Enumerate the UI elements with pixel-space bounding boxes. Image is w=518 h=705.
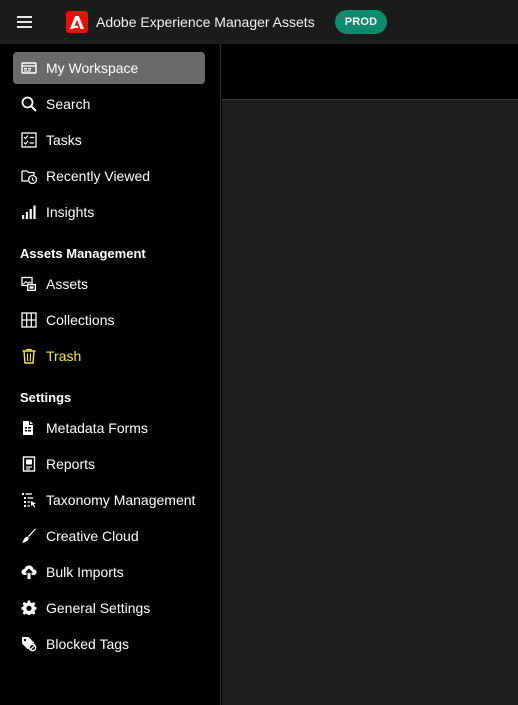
sidebar-item-label: Creative Cloud (46, 528, 139, 544)
sidebar-item-reports[interactable]: Reports (13, 448, 205, 480)
sidebar-item-search[interactable]: Search (13, 88, 205, 120)
sidebar-item-blocked-tags[interactable]: Blocked Tags (13, 628, 205, 660)
section-header-assets-management: Assets Management (20, 246, 146, 261)
sidebar-item-metadata-forms[interactable]: Metadata Forms (13, 412, 205, 444)
sidebar-item-label: Tasks (46, 132, 82, 148)
menu-icon[interactable] (17, 15, 35, 29)
workspace-icon (20, 59, 38, 77)
taxonomy-icon (20, 491, 38, 509)
bulk-imports-icon (20, 563, 38, 581)
sidebar-item-label: Trash (46, 348, 82, 364)
adobe-logo-icon (66, 11, 88, 33)
insights-icon (20, 203, 38, 221)
main-content (222, 44, 518, 705)
sidebar-item-label: Bulk Imports (46, 564, 124, 580)
sidebar-item-taxonomy-management[interactable]: Taxonomy Management (13, 484, 205, 516)
main-header (222, 44, 518, 100)
sidebar-item-my-workspace[interactable]: My Workspace (13, 52, 205, 84)
tasks-icon (20, 131, 38, 149)
reports-icon (20, 455, 38, 473)
sidebar-item-label: Metadata Forms (46, 420, 148, 436)
trash-icon (20, 347, 38, 365)
sidebar-item-label: Taxonomy Management (46, 492, 196, 508)
recently-viewed-icon (20, 167, 38, 185)
sidebar-item-collections[interactable]: Collections (13, 304, 205, 336)
sidebar-item-tasks[interactable]: Tasks (13, 124, 205, 156)
sidebar-item-label: Search (46, 96, 91, 112)
search-icon (20, 95, 38, 113)
sidebar-item-general-settings[interactable]: General Settings (13, 592, 205, 624)
sidebar-item-label: Collections (46, 312, 115, 328)
top-bar: Adobe Experience Manager Assets PROD (0, 0, 518, 44)
sidebar-item-label: Reports (46, 456, 96, 472)
sidebar-item-trash[interactable]: Trash (13, 340, 205, 372)
sidebar-item-label: Insights (46, 204, 95, 220)
sidebar-item-insights[interactable]: Insights (13, 196, 205, 228)
sidebar-item-label: My Workspace (46, 60, 139, 76)
sidebar-item-recently-viewed[interactable]: Recently Viewed (13, 160, 205, 192)
metadata-forms-icon (20, 419, 38, 437)
sidebar-item-bulk-imports[interactable]: Bulk Imports (13, 556, 205, 588)
section-header-settings: Settings (20, 390, 72, 405)
creative-cloud-icon (20, 527, 38, 545)
blocked-tags-icon (20, 635, 38, 653)
environment-badge: PROD (334, 10, 388, 34)
sidebar: My Workspace Search Tasks Recently Viewe… (0, 44, 221, 705)
sidebar-item-label: Assets (46, 276, 89, 292)
sidebar-item-label: Blocked Tags (46, 636, 130, 652)
gear-icon (20, 599, 38, 617)
sidebar-item-creative-cloud[interactable]: Creative Cloud (13, 520, 205, 552)
sidebar-item-assets[interactable]: Assets (13, 268, 205, 300)
assets-icon (20, 275, 38, 293)
collections-icon (20, 311, 38, 329)
sidebar-item-label: Recently Viewed (46, 168, 151, 184)
sidebar-item-label: General Settings (46, 600, 151, 616)
app-title: Adobe Experience Manager Assets (96, 14, 315, 30)
